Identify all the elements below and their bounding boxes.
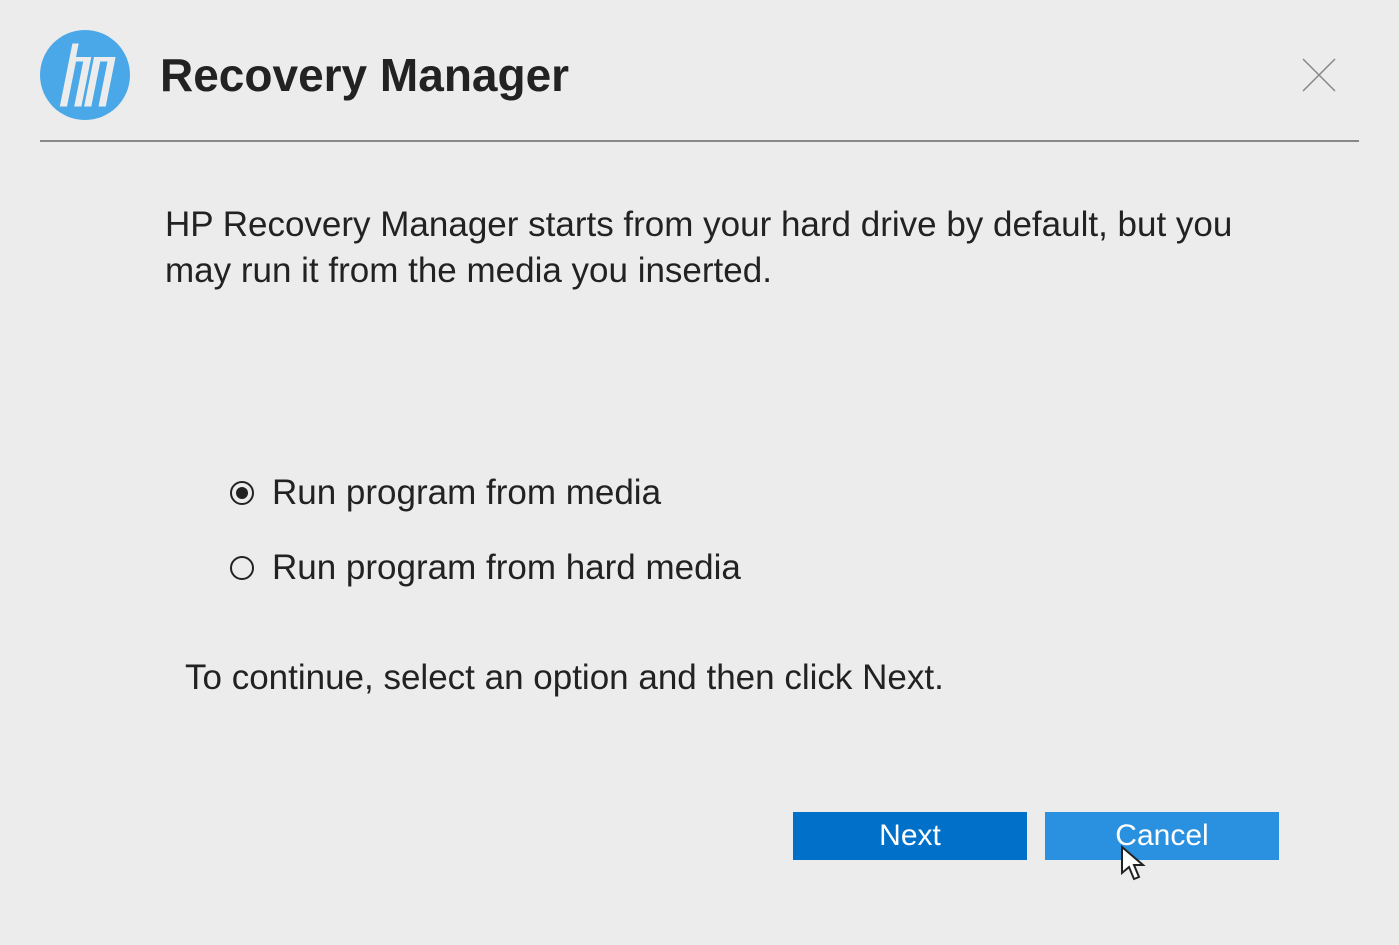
header: Recovery Manager (0, 0, 1399, 140)
radio-label: Run program from media (272, 473, 661, 513)
close-icon[interactable] (1299, 55, 1339, 95)
radio-option-media[interactable]: Run program from media (230, 473, 1234, 513)
hp-logo-icon (40, 30, 130, 120)
next-button[interactable]: Next (793, 812, 1027, 860)
page-title: Recovery Manager (160, 48, 569, 102)
radio-option-hard-media[interactable]: Run program from hard media (230, 548, 1234, 588)
instruction-text: To continue, select an option and then c… (185, 658, 1234, 698)
radio-selected-icon (230, 481, 254, 505)
cancel-button[interactable]: Cancel (1045, 812, 1279, 860)
radio-label: Run program from hard media (272, 548, 741, 588)
options-group: Run program from media Run program from … (230, 473, 1234, 588)
content-area: HP Recovery Manager starts from your har… (0, 142, 1399, 698)
description-text: HP Recovery Manager starts from your har… (165, 202, 1234, 293)
radio-unselected-icon (230, 556, 254, 580)
button-bar: Next Cancel (793, 812, 1279, 860)
